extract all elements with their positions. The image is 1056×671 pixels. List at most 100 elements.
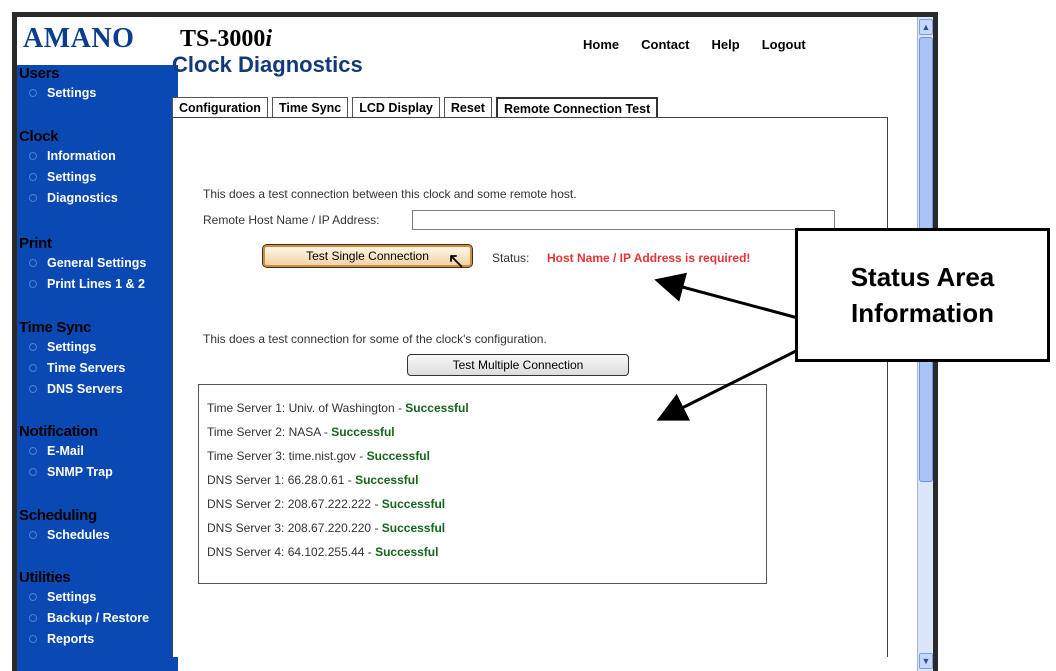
mouse-cursor-icon: ↖ [447, 248, 466, 273]
sidebar-group-notification: Notification E-Mail SNMP Trap [17, 423, 178, 507]
single-test-description: This does a test connection between this… [203, 187, 577, 201]
sidebar-item-label: Print Lines 1 & 2 [47, 276, 145, 291]
bullet-icon [29, 172, 37, 181]
nav-contact-link[interactable]: Contact [641, 37, 689, 52]
result-label: DNS Server 3: 208.67.220.220 - [207, 521, 382, 535]
result-label: DNS Server 2: 208.67.222.222 - [207, 497, 382, 511]
sidebar-item-reports[interactable]: Reports [17, 628, 178, 649]
sidebar-item-label: Schedules [47, 527, 110, 542]
sidebar-item-users-settings[interactable]: Settings [17, 82, 178, 103]
result-label: Time Server 1: Univ. of Washington - [207, 401, 406, 415]
result-status: Successful [405, 401, 469, 415]
bullet-icon [29, 363, 37, 372]
sidebar-group-scheduling: Scheduling Schedules [17, 507, 178, 569]
sidebar-group-utilities: Utilities Settings Backup / Restore Repo… [17, 569, 178, 649]
page-title: Clock Diagnostics [172, 52, 363, 77]
sidebar-item-label: DNS Servers [47, 381, 123, 396]
sidebar-heading: Users [19, 65, 60, 82]
sidebar-heading: Print [19, 235, 52, 252]
sidebar-heading: Scheduling [19, 507, 97, 524]
test-single-connection-button[interactable]: Test Single Connection [262, 244, 473, 268]
result-status: Successful [381, 521, 446, 535]
sidebar-item-label: Settings [47, 589, 97, 604]
bullet-icon [29, 467, 37, 476]
multiple-test-description: This does a test connection for some of … [203, 332, 547, 346]
sidebar-item-label: Reports [47, 631, 95, 646]
status-message: Host Name / IP Address is required! [547, 251, 751, 265]
result-status: Successful [375, 545, 439, 559]
sidebar-group-time-sync: Time Sync Settings Time Servers DNS Serv… [17, 319, 178, 423]
result-row: DNS Server 2: 208.67.222.222 - Successfu… [207, 497, 445, 511]
result-row: Time Server 3: time.nist.gov - Successfu… [207, 449, 430, 463]
sidebar-item-print-general-settings[interactable]: General Settings [17, 252, 178, 273]
host-label: Remote Host Name / IP Address: [203, 213, 380, 227]
results-box: Time Server 1: Univ. of Washington - Suc… [198, 384, 767, 584]
sidebar-group-clock: Clock Information Settings Diagnostics [17, 128, 178, 235]
bullet-icon [29, 384, 37, 393]
bullet-icon [29, 446, 37, 455]
sidebar-item-utilities-settings[interactable]: Settings [17, 586, 178, 607]
tab-time-sync[interactable]: Time Sync [271, 97, 349, 118]
callout-line-1: Status Area [850, 262, 995, 292]
remote-host-input[interactable] [412, 210, 835, 230]
sidebar-item-backup-restore[interactable]: Backup / Restore [17, 607, 178, 628]
result-row: DNS Server 4: 64.102.255.44 - Successful [207, 545, 438, 559]
sidebar-item-clock-settings[interactable]: Settings [17, 166, 178, 187]
sidebar: Users Settings Clock Information Setting… [17, 65, 178, 671]
test-multiple-connection-button[interactable]: Test Multiple Connection [407, 354, 629, 376]
bullet-icon [29, 613, 37, 622]
sidebar-item-email[interactable]: E-Mail [17, 440, 178, 461]
sidebar-item-snmp-trap[interactable]: SNMP Trap [17, 461, 178, 482]
sidebar-item-clock-information[interactable]: Information [17, 145, 178, 166]
result-status: Successful [331, 425, 395, 439]
nav-logout-link[interactable]: Logout [762, 37, 806, 52]
result-label: Time Server 3: time.nist.gov - [207, 449, 367, 463]
scroll-up-icon[interactable]: ▲ [919, 19, 933, 35]
sidebar-item-dns-servers[interactable]: DNS Servers [17, 378, 178, 399]
sidebar-item-print-lines[interactable]: Print Lines 1 & 2 [17, 273, 178, 294]
nav-help-link[interactable]: Help [712, 37, 740, 52]
result-row: Time Server 1: Univ. of Washington - Suc… [207, 401, 469, 415]
sidebar-item-time-servers[interactable]: Time Servers [17, 357, 178, 378]
sidebar-item-timesync-settings[interactable]: Settings [17, 336, 178, 357]
result-label: DNS Server 4: 64.102.255.44 - [207, 545, 376, 559]
tab-reset[interactable]: Reset [443, 97, 492, 118]
sidebar-item-label: SNMP Trap [47, 464, 113, 479]
sidebar-item-label: Settings [47, 339, 97, 354]
bullet-icon [29, 88, 37, 97]
bullet-icon [29, 634, 37, 643]
bullet-icon [29, 258, 37, 267]
result-row: DNS Server 1: 66.28.0.61 - Successful [207, 473, 418, 487]
sidebar-heading: Clock [19, 128, 59, 145]
sidebar-heading: Time Sync [19, 319, 92, 336]
annotation-callout: Status Area Information [795, 228, 1050, 362]
sidebar-item-label: General Settings [47, 255, 147, 270]
result-label: Time Server 2: NASA - [207, 425, 332, 439]
sidebar-item-clock-diagnostics[interactable]: Diagnostics [17, 187, 178, 208]
sidebar-item-schedules[interactable]: Schedules [17, 524, 178, 545]
nav-home-link[interactable]: Home [583, 37, 619, 52]
top-nav: Home Contact Help Logout [583, 37, 828, 52]
result-row: Time Server 2: NASA - Successful [207, 425, 395, 439]
tab-bar: Configuration Time Sync LCD Display Rese… [172, 97, 662, 119]
sidebar-item-label: Time Servers [47, 360, 126, 375]
tab-remote-connection-test[interactable]: Remote Connection Test [495, 97, 659, 119]
result-status: Successful [381, 497, 446, 511]
scroll-down-icon[interactable]: ▼ [919, 653, 933, 669]
bullet-icon [29, 151, 37, 160]
result-status: Successful [355, 473, 419, 487]
sidebar-heading: Notification [19, 423, 98, 440]
result-row: DNS Server 3: 208.67.220.220 - Successfu… [207, 521, 445, 535]
result-status: Successful [366, 449, 430, 463]
sidebar-group-users: Users Settings [17, 65, 178, 128]
callout-line-2: Information [851, 298, 994, 328]
sidebar-item-label: Settings [47, 85, 97, 100]
sidebar-item-label: Backup / Restore [47, 610, 150, 625]
tab-configuration[interactable]: Configuration [172, 97, 268, 118]
brand-logo: AMANO [23, 23, 135, 54]
bullet-icon [29, 592, 37, 601]
sidebar-item-label: Diagnostics [47, 190, 118, 205]
sidebar-item-label: E-Mail [47, 443, 84, 458]
status-label: Status: [492, 251, 530, 265]
tab-lcd-display[interactable]: LCD Display [352, 97, 440, 118]
